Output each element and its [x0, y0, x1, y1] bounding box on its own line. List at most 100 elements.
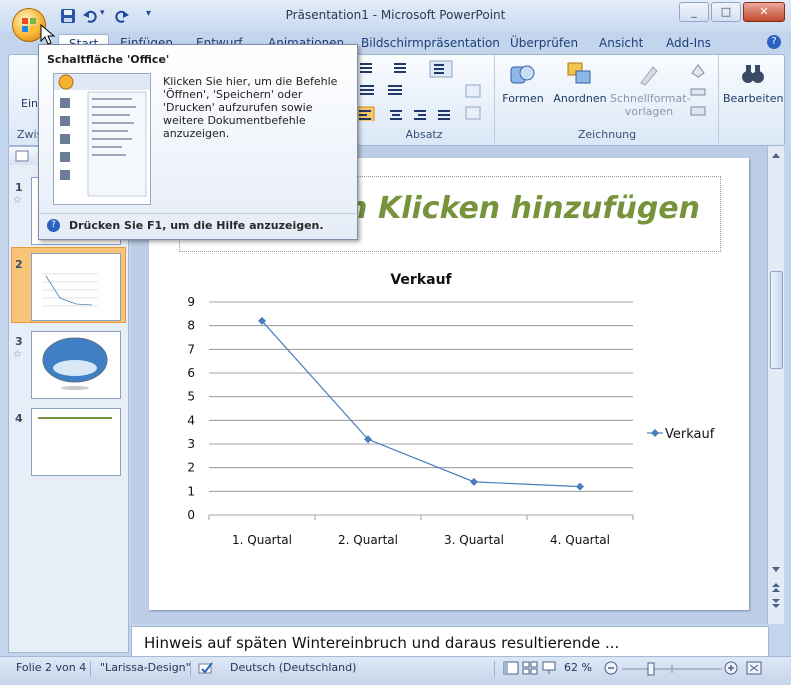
- shapes-icon: [510, 65, 535, 84]
- zoom-slider[interactable]: [620, 662, 724, 676]
- powerpoint-window: Präsentation1 - Microsoft PowerPoint ▾ ▾…: [0, 0, 791, 685]
- office-menu-preview: [53, 73, 151, 205]
- fit-to-window-icon[interactable]: [746, 661, 762, 678]
- maximize-button[interactable]: □: [711, 2, 741, 22]
- anordnen-label: Anordnen: [553, 92, 607, 105]
- tooltip-body: Klicken Sie hier, um die Befehle 'Öffnen…: [163, 75, 338, 140]
- office-button-tooltip: Schaltfläche 'Office' Klicken Sie hier, …: [38, 44, 358, 240]
- previous-slide-icon[interactable]: [768, 580, 784, 594]
- x-tick-label: 1. Quartal: [232, 533, 292, 547]
- y-tick-label: 3: [187, 437, 195, 451]
- chart-title: Verkauf: [390, 272, 452, 288]
- thumbnail-text-preview: [38, 417, 112, 419]
- y-tick-label: 4: [187, 413, 195, 427]
- tab-ansicht[interactable]: Ansicht: [599, 36, 643, 50]
- title-bar: Präsentation1 - Microsoft PowerPoint ▾ ▾…: [0, 0, 791, 32]
- slide-thumbnail-2[interactable]: [31, 253, 121, 321]
- tab-add-ins[interactable]: Add-Ins: [666, 36, 711, 50]
- help-icon: ?: [47, 219, 60, 232]
- notes-text: Hinweis auf späten Wintereinbruch und da…: [144, 634, 620, 652]
- office-logo-icon: [22, 18, 36, 32]
- x-tick-label: 3. Quartal: [444, 533, 504, 547]
- spellcheck-icon[interactable]: [198, 661, 214, 678]
- normal-view-icon[interactable]: [503, 661, 519, 678]
- office-menu-preview-icon: [54, 74, 150, 197]
- thumbnail-chart-preview: [42, 273, 98, 307]
- undo-icon[interactable]: [82, 8, 98, 26]
- help-icon[interactable]: ?: [767, 35, 781, 49]
- arrange-icon: [567, 62, 591, 84]
- y-tick-label: 9: [187, 295, 195, 309]
- slide-counter: Folie 2 von 4: [16, 661, 87, 674]
- y-tick-label: 5: [187, 390, 195, 404]
- mouse-pointer-icon: [40, 24, 56, 45]
- save-icon[interactable]: [60, 8, 76, 26]
- minimize-button[interactable]: _: [679, 2, 709, 22]
- series-line: [261, 320, 581, 488]
- thumbnail-image-preview: [42, 337, 108, 390]
- group-bearbeiten: Bearbeiten: [723, 55, 783, 143]
- group-label-zeichnung: Zeichnung: [577, 128, 637, 141]
- formen-label: Formen: [502, 92, 544, 105]
- zoom-out-icon[interactable]: [604, 661, 618, 678]
- x-tick-label: 4. Quartal: [550, 533, 610, 547]
- slide-thumbnail-4[interactable]: [31, 408, 121, 476]
- bearbeiten-label: Bearbeiten: [723, 92, 784, 105]
- y-tick-label: 6: [187, 366, 195, 380]
- tab-bildschirmpraesentation[interactable]: Bildschirmpräsentation: [361, 36, 500, 50]
- zoom-in-icon[interactable]: [724, 661, 738, 678]
- sales-chart[interactable]: Verkauf 0 1 2 3 4 5 6 7 8 9 1. Quartal 2. Quartal 3. …: [149, 262, 749, 582]
- slideshow-view-icon[interactable]: [541, 661, 557, 678]
- group-label-absatz: Absatz: [405, 128, 443, 141]
- vorlagen-label: vorlagen: [624, 105, 674, 118]
- tooltip-title: Schaltfläche 'Office': [47, 53, 170, 66]
- fill-outline-effects-icons[interactable]: [688, 61, 712, 121]
- redo-icon[interactable]: [114, 8, 130, 26]
- status-bar: Folie 2 von 4 "Larissa-Design" Deutsch (…: [0, 656, 791, 685]
- next-slide-icon[interactable]: [768, 596, 784, 610]
- slide-thumbnail-3[interactable]: [31, 331, 121, 399]
- scrollbar-thumb[interactable]: [770, 271, 783, 369]
- group-zeichnung: Formen Anordnen Schnellformat- vorlagen …: [496, 55, 719, 143]
- tooltip-footer-text: Drücken Sie F1, um die Hilfe anzuzeigen.: [69, 219, 324, 232]
- thumbnail-number: 1: [15, 181, 23, 194]
- close-button[interactable]: ✕: [743, 2, 785, 22]
- quick-styles-icon: [640, 66, 658, 86]
- undo-dropdown-icon[interactable]: ▾: [100, 8, 105, 26]
- y-tick-label: 0: [187, 508, 195, 522]
- thumbnail-number: 2: [15, 258, 23, 271]
- theme-name[interactable]: "Larissa-Design": [100, 661, 191, 674]
- schnellformat-label: Schnellformat-: [610, 92, 691, 105]
- animation-star-icon: ☆: [13, 349, 22, 360]
- data-point: [470, 477, 478, 486]
- slides-tab-icon: [15, 150, 29, 162]
- bearbeiten-button[interactable]: Bearbeiten: [723, 61, 783, 105]
- notes-pane[interactable]: Hinweis auf späten Wintereinbruch und da…: [131, 626, 769, 658]
- scroll-up-icon[interactable]: [768, 148, 784, 162]
- tooltip-footer: ? Drücken Sie F1, um die Hilfe anzuzeige…: [39, 213, 357, 238]
- customize-toolbar-icon[interactable]: ▾: [146, 8, 151, 26]
- formen-button[interactable]: Formen: [500, 61, 546, 105]
- slide-sorter-view-icon[interactable]: [522, 661, 538, 678]
- group-absatz: Absatz: [354, 55, 495, 143]
- y-tick-label: 7: [187, 342, 195, 356]
- thumbnail-number: 4: [15, 412, 23, 425]
- tab-ueberpruefen[interactable]: Überprüfen: [510, 36, 578, 50]
- zoom-level[interactable]: 62 %: [564, 661, 592, 674]
- thumbnail-number: 3: [15, 335, 23, 348]
- binoculars-icon: [742, 65, 764, 83]
- window-controls: _ □ ✕: [677, 2, 785, 22]
- y-tick-label: 8: [187, 319, 195, 333]
- y-tick-label: 2: [187, 461, 195, 475]
- y-tick-label: 1: [187, 484, 195, 498]
- scroll-down-icon[interactable]: [768, 562, 784, 576]
- data-point: [576, 482, 584, 491]
- schnellformatvorlagen-button[interactable]: Schnellformat- vorlagen: [610, 61, 691, 118]
- language-indicator[interactable]: Deutsch (Deutschland): [230, 661, 356, 674]
- anordnen-button[interactable]: Anordnen: [552, 61, 608, 105]
- legend-label: Verkauf: [665, 427, 715, 442]
- animation-star-icon: ☆: [13, 195, 22, 206]
- paragraph-controls-icon[interactable]: [354, 55, 494, 121]
- legend-marker: [651, 429, 659, 437]
- vertical-scrollbar[interactable]: [767, 146, 784, 624]
